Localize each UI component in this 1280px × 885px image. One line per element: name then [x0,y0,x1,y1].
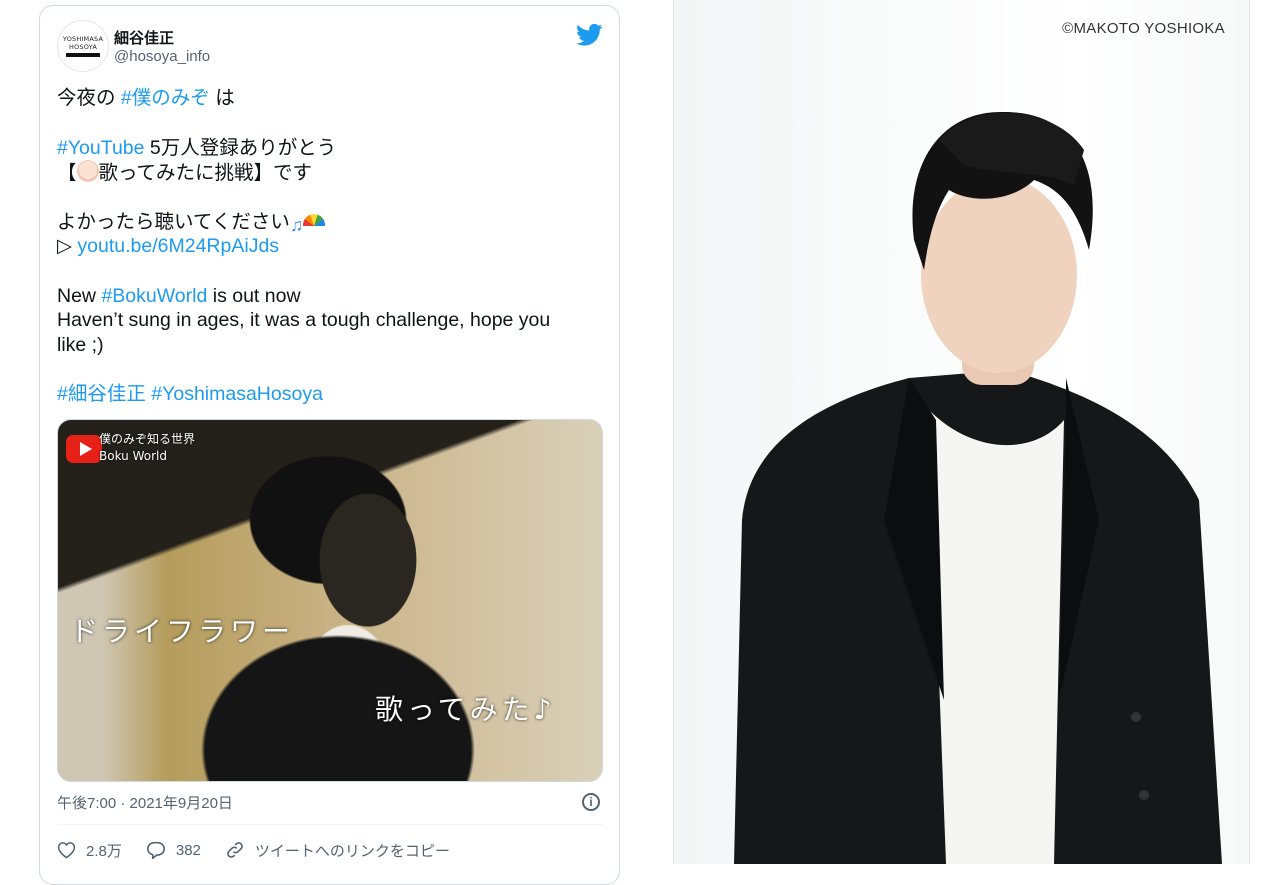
thumbnail-caption: 歌ってみた♪ [375,693,556,726]
copy-link-button[interactable]: ツイートへのリンクをコピー [225,840,450,861]
tweet-text-span: ▷ [57,235,78,257]
divider [57,824,603,825]
tweet-line: #YouTube 5万人登録ありがとう [57,136,602,161]
tweet-line: 【歌ってみたに挑戦】です [57,160,602,185]
thumbnail-channel-title: 僕のみぞ知る世界 Boku World [99,431,195,465]
tweet-line: 今夜の #僕のみぞ は [57,86,602,111]
tweet-line: Haven’t sung in ages, it was a tough cha… [57,308,602,333]
tweet-line: #細谷佳正 #YoshimasaHosoya [57,382,602,407]
hashtag-link[interactable]: #細谷佳正 [57,383,146,405]
tweet-timestamp[interactable]: 午後7:00 · 2021年9月20日 [57,792,233,813]
avatar[interactable]: YOSHIMASA HOSOYA [57,20,109,72]
url-link[interactable]: youtu.be/6M24RpAiJds [77,235,279,257]
like-button[interactable]: 2.8万 [57,840,122,861]
tweet-text: 今夜の #僕のみぞ は #YouTube 5万人登録ありがとう【歌ってみたに挑戦】… [57,86,602,407]
reply-button[interactable]: 382 [146,841,201,859]
thumbnail-channel-line1: 僕のみぞ知る世界 [99,432,196,446]
portrait-photo: ©MAKOTO YOSHIOKA [673,0,1250,864]
baby-face-icon [76,160,99,182]
hashtag-link[interactable]: #YouTube [57,137,144,159]
avatar-bar [66,53,100,57]
reply-count: 382 [175,841,201,859]
like-count: 2.8万 [86,842,122,860]
tweet-line: like ;) [57,333,602,358]
hashtag-link[interactable]: #BokuWorld [101,285,207,307]
tweet-text-span: よかったら聴いてください [57,210,290,233]
thumbnail-channel-line2: Boku World [99,449,167,463]
heart-icon [57,842,76,859]
tweet-text-span: Haven’t sung in ages, it was a tough cha… [57,309,551,331]
tweet-text-span: like ;) [57,333,104,356]
tweet-text-span: 歌ってみたに挑戦】です [98,162,313,184]
link-icon [227,842,243,858]
twitter-bird-icon[interactable] [576,23,603,47]
reply-icon [146,841,165,859]
tweet-line: New #BokuWorld is out now [57,284,602,309]
tweet-text-span: New [57,284,102,307]
hashtag-link[interactable]: #僕のみぞ [121,87,210,109]
music-notes-icon: ♫ [289,214,304,235]
portrait-figure [734,111,1222,864]
tweet-card: YOSHIMASA HOSOYA 細谷佳正 @hosoya_info 今夜の #… [39,5,620,885]
hashtag-link[interactable]: #YoshimasaHosoya [151,383,323,405]
tweet-line: よかったら聴いてください♫ [57,210,602,235]
tweet-text-span: 今夜の [57,87,121,109]
tweet-text-span: は [209,87,235,109]
tweet-text-span: is out now [207,284,301,307]
info-icon[interactable]: i [582,793,600,811]
display-name[interactable]: 細谷佳正 [114,27,174,48]
tweet-actions: 2.8万 382 ツイートへのリンクをコピー [57,835,474,865]
tweet-text-span: 5万人登録ありがとう [144,136,337,159]
thumbnail-song-title: ドライフラワー [70,615,295,648]
youtube-icon [66,435,102,463]
avatar-text-line1: YOSHIMASA [62,35,104,43]
video-thumbnail[interactable]: 僕のみぞ知る世界 Boku World ドライフラワー 歌ってみた♪ [57,419,603,782]
copy-link-label: ツイートへのリンクをコピー [254,842,450,860]
tweet-line: ▷ youtu.be/6M24RpAiJds [57,234,602,259]
user-handle[interactable]: @hosoya_info [114,48,210,65]
avatar-text-line2: HOSOYA [68,43,97,51]
rainbow-icon [303,213,326,226]
photo-credit: ©MAKOTO YOSHIOKA [1062,20,1225,37]
tweet-text-span: 【 [57,162,77,184]
